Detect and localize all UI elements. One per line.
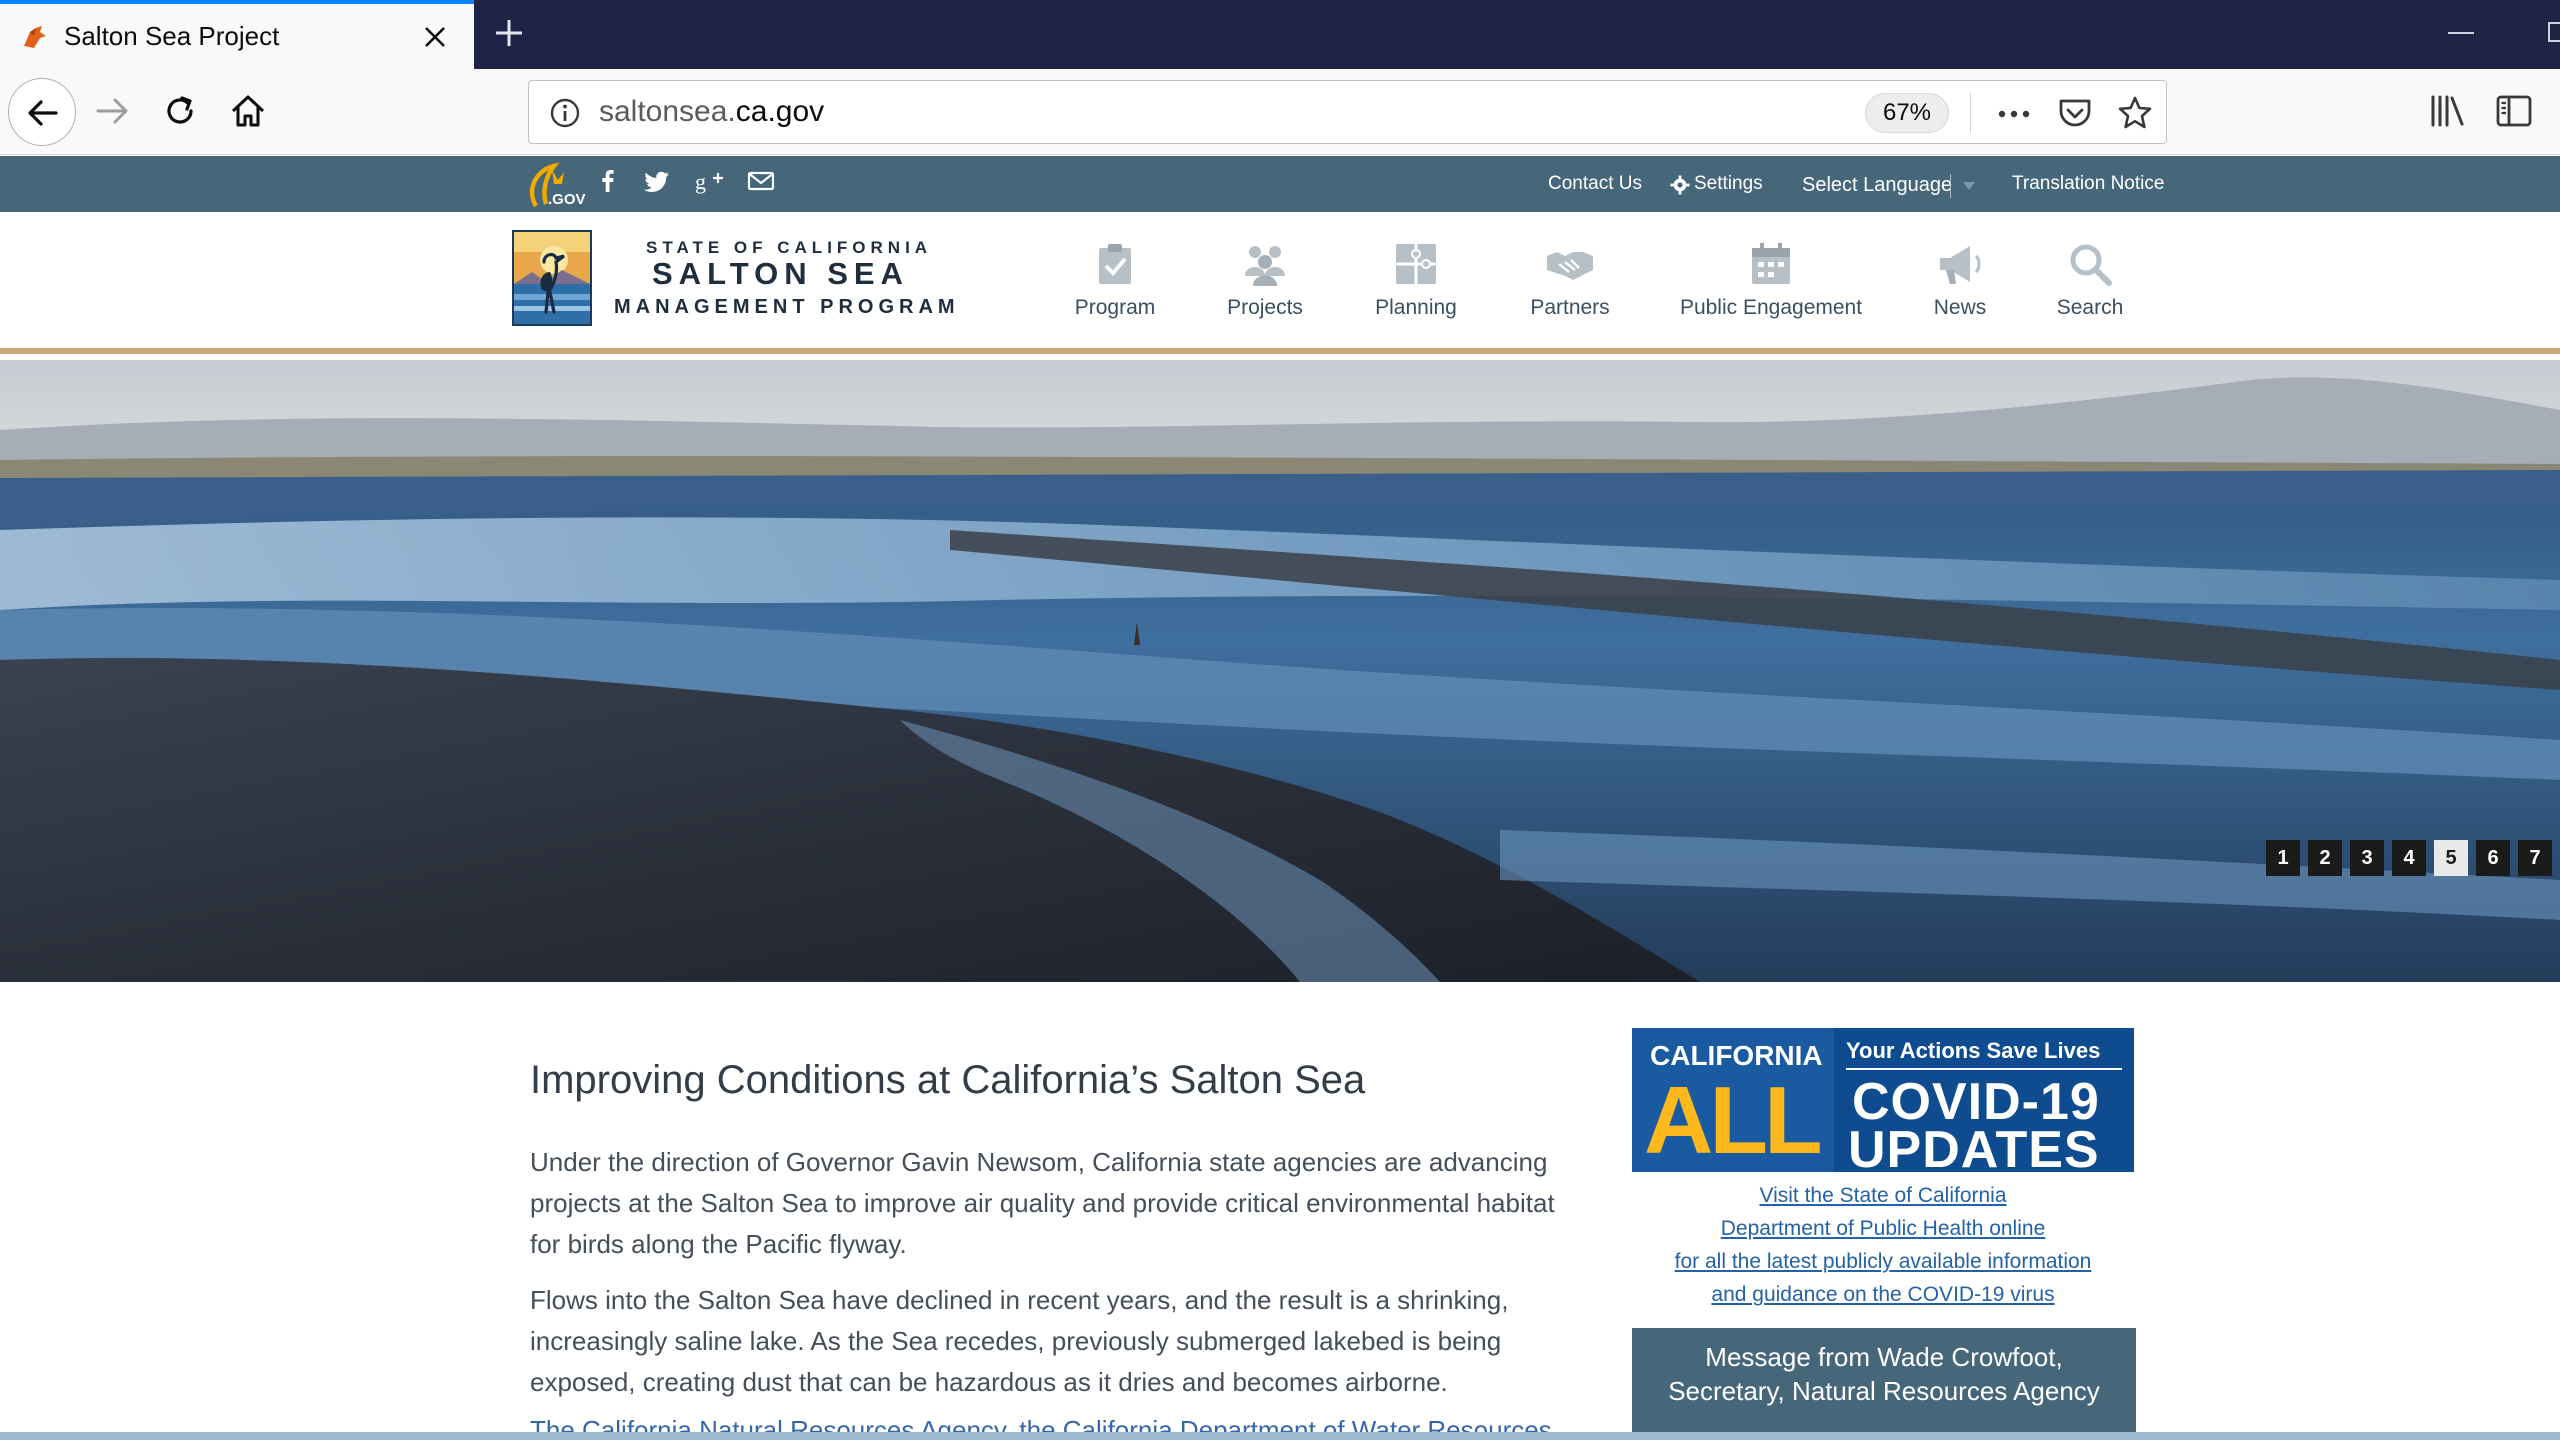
intro-paragraph: Under the direction of Governor Gavin Ne… [530,1147,1555,1259]
covid-link-line[interactable]: for all the latest publicly available in… [1632,1250,2134,1274]
heron-logo-icon[interactable] [512,230,592,326]
site-header: STATE OF CALIFORNIA SALTON SEA MANAGEMEN… [0,212,2560,354]
covid-link-line[interactable]: and guidance on the COVID-19 virus [1632,1283,2134,1307]
flows-paragraph: Flows into the Salton Sea have declined … [530,1285,1509,1397]
urlbar-divider [1970,93,1971,133]
nav-label: Program [1074,296,1156,319]
secretary-message-box[interactable]: Message from Wade Crowfoot, Secretary, N… [1632,1328,2136,1440]
forward-arrow-icon[interactable] [92,91,132,131]
nav-label: Public Engagement [1679,296,1863,319]
bear-favicon-icon [24,26,46,48]
slide-button[interactable]: 1 [2266,840,2300,876]
clipboard-check-icon [1099,244,1131,284]
updates-label: UPDATES [1848,1121,2100,1172]
google-plus-icon[interactable]: g [694,166,724,196]
nav-label: Projects [1227,296,1303,319]
hero-slideshow: 1 2 3 4 5 6 7 [0,360,2560,982]
settings-link[interactable]: Settings [1694,173,1763,195]
url-bar[interactable]: saltonsea.ca.gov 67% [528,80,2167,144]
svg-text:.GOV: .GOV [548,191,586,208]
page-title: Improving Conditions at California’s Sal… [530,1058,1366,1102]
nav-planning[interactable]: Planning [1356,212,1476,348]
nav-program[interactable]: Program [1060,212,1170,348]
new-tab-plus-icon[interactable] [492,16,526,50]
page-actions-menu-icon[interactable] [1997,97,2031,131]
twitter-icon[interactable] [642,166,672,196]
salton-sea-shoreline-photo [0,360,2560,982]
caret-down-icon[interactable] [1962,181,1976,191]
covid-updates-banner[interactable]: CALIFORNIA ALL Your Actions Save Lives C… [1632,1028,2134,1172]
banner-rule [1846,1068,2122,1070]
window-bottom-edge [0,1432,2560,1440]
close-tab-icon[interactable] [420,22,450,52]
svg-text:g: g [695,169,706,194]
browser-tab-bar: Salton Sea Project [0,0,2560,69]
calendar-icon [1752,243,1790,284]
url-domain: ca.gov [735,95,825,128]
org-state-label: STATE OF CALIFORNIA [646,238,933,257]
nav-label: Search [2056,296,2124,319]
window-maximize-icon[interactable] [2548,22,2560,42]
slide-button[interactable]: 3 [2350,840,2384,876]
slide-button[interactable]: 6 [2476,840,2510,876]
url-text[interactable]: saltonsea.ca.gov [599,95,824,129]
site-info-icon[interactable] [549,97,581,129]
people-group-icon [1245,246,1285,286]
magnifier-icon [2070,244,2112,286]
reload-icon[interactable] [160,91,200,131]
back-button[interactable] [8,78,76,146]
nav-label: Partners [1530,296,1610,319]
translation-notice-link[interactable]: Translation Notice [2012,173,2164,195]
url-subdomain: saltonsea. [599,95,736,128]
org-name[interactable]: SALTON SEA [652,256,909,292]
nav-partners[interactable]: Partners [1510,212,1630,348]
sidebar-toggle-icon[interactable] [2494,91,2534,131]
library-icon[interactable] [2428,91,2468,131]
back-arrow-icon [28,100,58,126]
slide-button[interactable]: 4 [2392,840,2426,876]
slide-button[interactable]: 7 [2518,840,2552,876]
home-icon[interactable] [228,91,268,131]
covid-link-line[interactable]: Department of Public Health online [1632,1217,2134,1241]
message-subtitle-line: Secretary, Natural Resources Agency [1668,1376,2100,1406]
settings-gear-icon[interactable] [1670,175,1690,195]
actions-save-lives-label: Your Actions Save Lives [1846,1038,2101,1063]
all-label: ALL [1644,1067,1823,1172]
nav-search[interactable]: Search [2040,212,2140,348]
language-divider [1950,174,1951,198]
site-utility-bar: .GOV g Contact Us Settings Select Langua… [0,156,2560,212]
browser-tab[interactable]: Salton Sea Project [0,0,474,69]
nav-label: Planning [1375,296,1457,319]
pocket-icon[interactable] [2057,95,2093,131]
tab-title: Salton Sea Project [64,21,280,51]
puzzle-icon [1396,244,1436,284]
nav-label: News [1933,296,1987,319]
facebook-icon[interactable] [592,166,622,196]
ca-gov-logo-icon[interactable]: .GOV [524,160,592,210]
browser-nav-bar: saltonsea.ca.gov 67% [0,69,2560,155]
select-language-dropdown[interactable]: Select Language [1802,174,1952,197]
window-minimize-icon[interactable] [2448,32,2474,34]
org-program-label: MANAGEMENT PROGRAM [614,296,960,318]
nav-projects[interactable]: Projects [1210,212,1320,348]
slide-button-active[interactable]: 5 [2434,840,2468,876]
slide-button[interactable]: 2 [2308,840,2342,876]
megaphone-icon [1940,246,1981,284]
message-title-line: Message from Wade Crowfoot, [1705,1342,2063,1372]
handshake-icon [1547,252,1593,280]
contact-us-link[interactable]: Contact Us [1548,173,1642,195]
covid-link-line[interactable]: Visit the State of California [1632,1184,2134,1208]
nav-news[interactable]: News [1900,212,2020,348]
bookmark-star-icon[interactable] [2117,95,2153,131]
zoom-level-badge[interactable]: 67% [1865,93,1949,133]
email-icon[interactable] [746,166,776,196]
nav-public-engagement[interactable]: Public Engagement [1676,212,1866,348]
california-all-panel: CALIFORNIA ALL [1632,1028,1834,1172]
